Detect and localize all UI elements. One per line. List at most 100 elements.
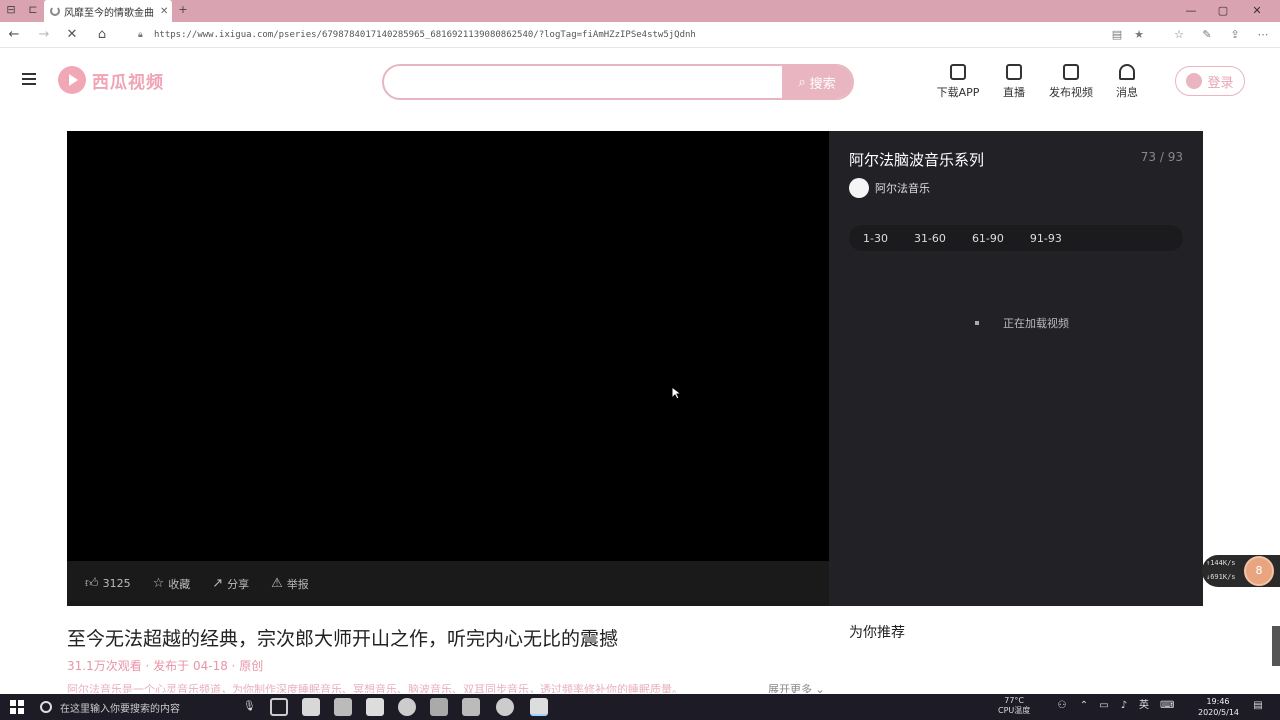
logo[interactable]: 西瓜视频 xyxy=(58,66,164,94)
close-window-icon[interactable]: ✕ xyxy=(1242,3,1272,19)
collect-button[interactable]: ☆ 收藏 xyxy=(153,576,191,592)
task-view-icon[interactable] xyxy=(270,698,288,716)
maximize-icon[interactable]: ▢ xyxy=(1208,3,1238,19)
taskbar-search-text: 在这里输入你要搜索的内容 xyxy=(60,703,180,715)
like-button[interactable]: 👍︎ 3125 xyxy=(85,576,131,591)
playlist-author[interactable]: 阿尔法音乐 xyxy=(849,178,930,198)
notification-icon[interactable]: ▤ xyxy=(1252,700,1264,712)
app-icon-4[interactable] xyxy=(462,698,480,716)
like-count: 3125 xyxy=(102,577,131,590)
more-icon[interactable]: ⋯ xyxy=(1256,28,1270,42)
menu-icon[interactable] xyxy=(22,73,36,85)
tab-title: 风靡至今的情歌金曲 xyxy=(64,7,154,19)
search-button-label: 搜索 xyxy=(809,76,836,92)
play-logo-icon xyxy=(58,66,86,94)
range-tab-1-30[interactable]: 1-30 xyxy=(863,232,888,245)
loading-text: 正在加载视频 xyxy=(1003,317,1069,330)
author-name: 阿尔法音乐 xyxy=(875,182,930,195)
new-tab-icon[interactable]: + xyxy=(176,3,190,17)
app-icon-2[interactable] xyxy=(366,698,384,716)
download-icon xyxy=(950,64,966,80)
chevron-up-icon[interactable]: ⌃ xyxy=(1078,700,1090,712)
favorite-star-icon[interactable]: ★ xyxy=(1132,28,1146,42)
share-button[interactable]: ↗ 分享 xyxy=(212,576,249,592)
app-icon-1[interactable] xyxy=(334,698,352,716)
share-label: 分享 xyxy=(227,577,250,591)
wechat-icon[interactable] xyxy=(398,698,416,716)
clock[interactable]: 19:46 2020/5/14 xyxy=(1198,696,1239,718)
playlist-title[interactable]: 阿尔法脑波音乐系列 xyxy=(849,149,984,170)
expand-more-button[interactable]: 展开更多 ⌄ xyxy=(768,681,825,693)
download-app-button[interactable]: 下载APP xyxy=(932,64,984,100)
live-label: 直播 xyxy=(1003,86,1025,99)
favorites-icon[interactable]: ☆ xyxy=(1172,28,1186,42)
share-arrow-icon: ↗ xyxy=(212,576,224,591)
clock-time: 19:46 xyxy=(1206,697,1230,706)
back-button[interactable]: ← xyxy=(6,27,22,43)
edge-app-icon[interactable] xyxy=(530,698,548,716)
video-player[interactable] xyxy=(67,131,829,561)
network-speed-widget[interactable]: ↑144K/s ↓691K/s 8 xyxy=(1202,555,1280,587)
tv-icon xyxy=(1006,64,1022,80)
url-text: https://www.ixigua.com/pseries/679878401… xyxy=(154,30,696,40)
forward-button[interactable]: → xyxy=(36,27,52,43)
network-icon[interactable]: ▭ xyxy=(1098,700,1110,712)
cpu-temp-value: 77°C xyxy=(1004,696,1025,705)
upload-speed: ↑144K/s xyxy=(1206,559,1236,567)
microphone-icon[interactable]: 🎙︎ xyxy=(243,701,256,713)
download-app-label: 下载APP xyxy=(936,86,980,99)
scrollbar-thumb[interactable] xyxy=(1272,626,1280,666)
share-icon[interactable]: ⇪ xyxy=(1228,28,1242,42)
chevron-down-icon: ⌄ xyxy=(815,683,825,693)
browser-app-icon[interactable] xyxy=(496,698,514,716)
minimize-icon[interactable]: — xyxy=(1176,3,1206,19)
tab-actions-icon[interactable]: ⊟ xyxy=(4,3,18,17)
range-tab-61-90[interactable]: 61-90 xyxy=(972,232,1004,245)
search-box: ⌕ 搜索 xyxy=(382,64,854,100)
playlist-range-tabs: 1-30 31-60 61-90 91-93 xyxy=(849,225,1183,251)
video-action-bar: 👍︎ 3125 ☆ 收藏 ↗ 分享 ⚠ 举报 xyxy=(67,561,829,606)
ime-indicator[interactable]: 英 xyxy=(1138,700,1150,712)
stop-button[interactable]: ✕ xyxy=(64,27,80,43)
volume-icon[interactable]: ♪ xyxy=(1118,700,1130,712)
video-description: 阿尔法音乐是一个心灵音乐频道，为你制作深度睡眠音乐、冥想音乐、脑波音乐、双耳同步… xyxy=(67,683,683,693)
taskbar-search[interactable]: 在这里输入你要搜索的内容 xyxy=(30,694,260,720)
range-tab-31-60[interactable]: 31-60 xyxy=(914,232,946,245)
report-label: 举报 xyxy=(286,577,309,591)
cpu-temp[interactable]: 77°C CPU温度 xyxy=(998,696,1030,716)
download-speed: ↓691K/s xyxy=(1206,573,1236,581)
logo-text: 西瓜视频 xyxy=(92,72,164,93)
camera-icon xyxy=(1063,64,1079,80)
live-button[interactable]: 直播 xyxy=(988,64,1040,100)
people-icon[interactable]: ⚇ xyxy=(1056,700,1068,712)
search-button[interactable]: ⌕ 搜索 xyxy=(782,66,852,98)
file-explorer-icon[interactable] xyxy=(302,698,320,716)
messages-label: 消息 xyxy=(1116,86,1138,99)
author-avatar xyxy=(849,178,869,198)
url-field[interactable]: 🔒︎ https://www.ixigua.com/pseries/679878… xyxy=(132,26,1122,44)
login-button[interactable]: 登录 xyxy=(1175,66,1245,96)
loading-indicator: 正在加载视频 xyxy=(975,315,1069,331)
report-button[interactable]: ⚠ 举报 xyxy=(271,576,309,592)
input-method-icon[interactable]: ⌨ xyxy=(1160,700,1174,712)
tab-back-icon[interactable]: ⊏ xyxy=(26,3,40,17)
publish-video-button[interactable]: 发布视频 xyxy=(1045,64,1097,100)
pen-icon[interactable]: ✎ xyxy=(1200,28,1214,42)
search-input[interactable] xyxy=(384,66,782,98)
range-tab-91-93[interactable]: 91-93 xyxy=(1030,232,1062,245)
app-icon-3[interactable] xyxy=(430,698,448,716)
loading-spinner-icon xyxy=(975,321,979,325)
publish-video-label: 发布视频 xyxy=(1049,86,1093,99)
cpu-temp-label: CPU温度 xyxy=(998,706,1031,715)
lock-icon: 🔒︎ xyxy=(138,30,143,40)
home-button[interactable]: ⌂ xyxy=(94,27,110,43)
loading-icon xyxy=(50,6,60,16)
windows-start-icon[interactable] xyxy=(10,700,24,714)
messages-button[interactable]: 消息 xyxy=(1101,64,1153,100)
close-tab-icon[interactable]: ✕ xyxy=(160,6,168,17)
browser-tab-bar: ⊟ ⊏ 风靡至今的情歌金曲 ✕ + — ▢ ✕ xyxy=(0,0,1280,22)
reader-mode-icon[interactable]: ▤ xyxy=(1110,28,1124,42)
bell-icon xyxy=(1119,64,1135,80)
warning-icon: ⚠ xyxy=(271,576,283,591)
tab-active[interactable]: 风靡至今的情歌金曲 ✕ xyxy=(44,0,172,22)
